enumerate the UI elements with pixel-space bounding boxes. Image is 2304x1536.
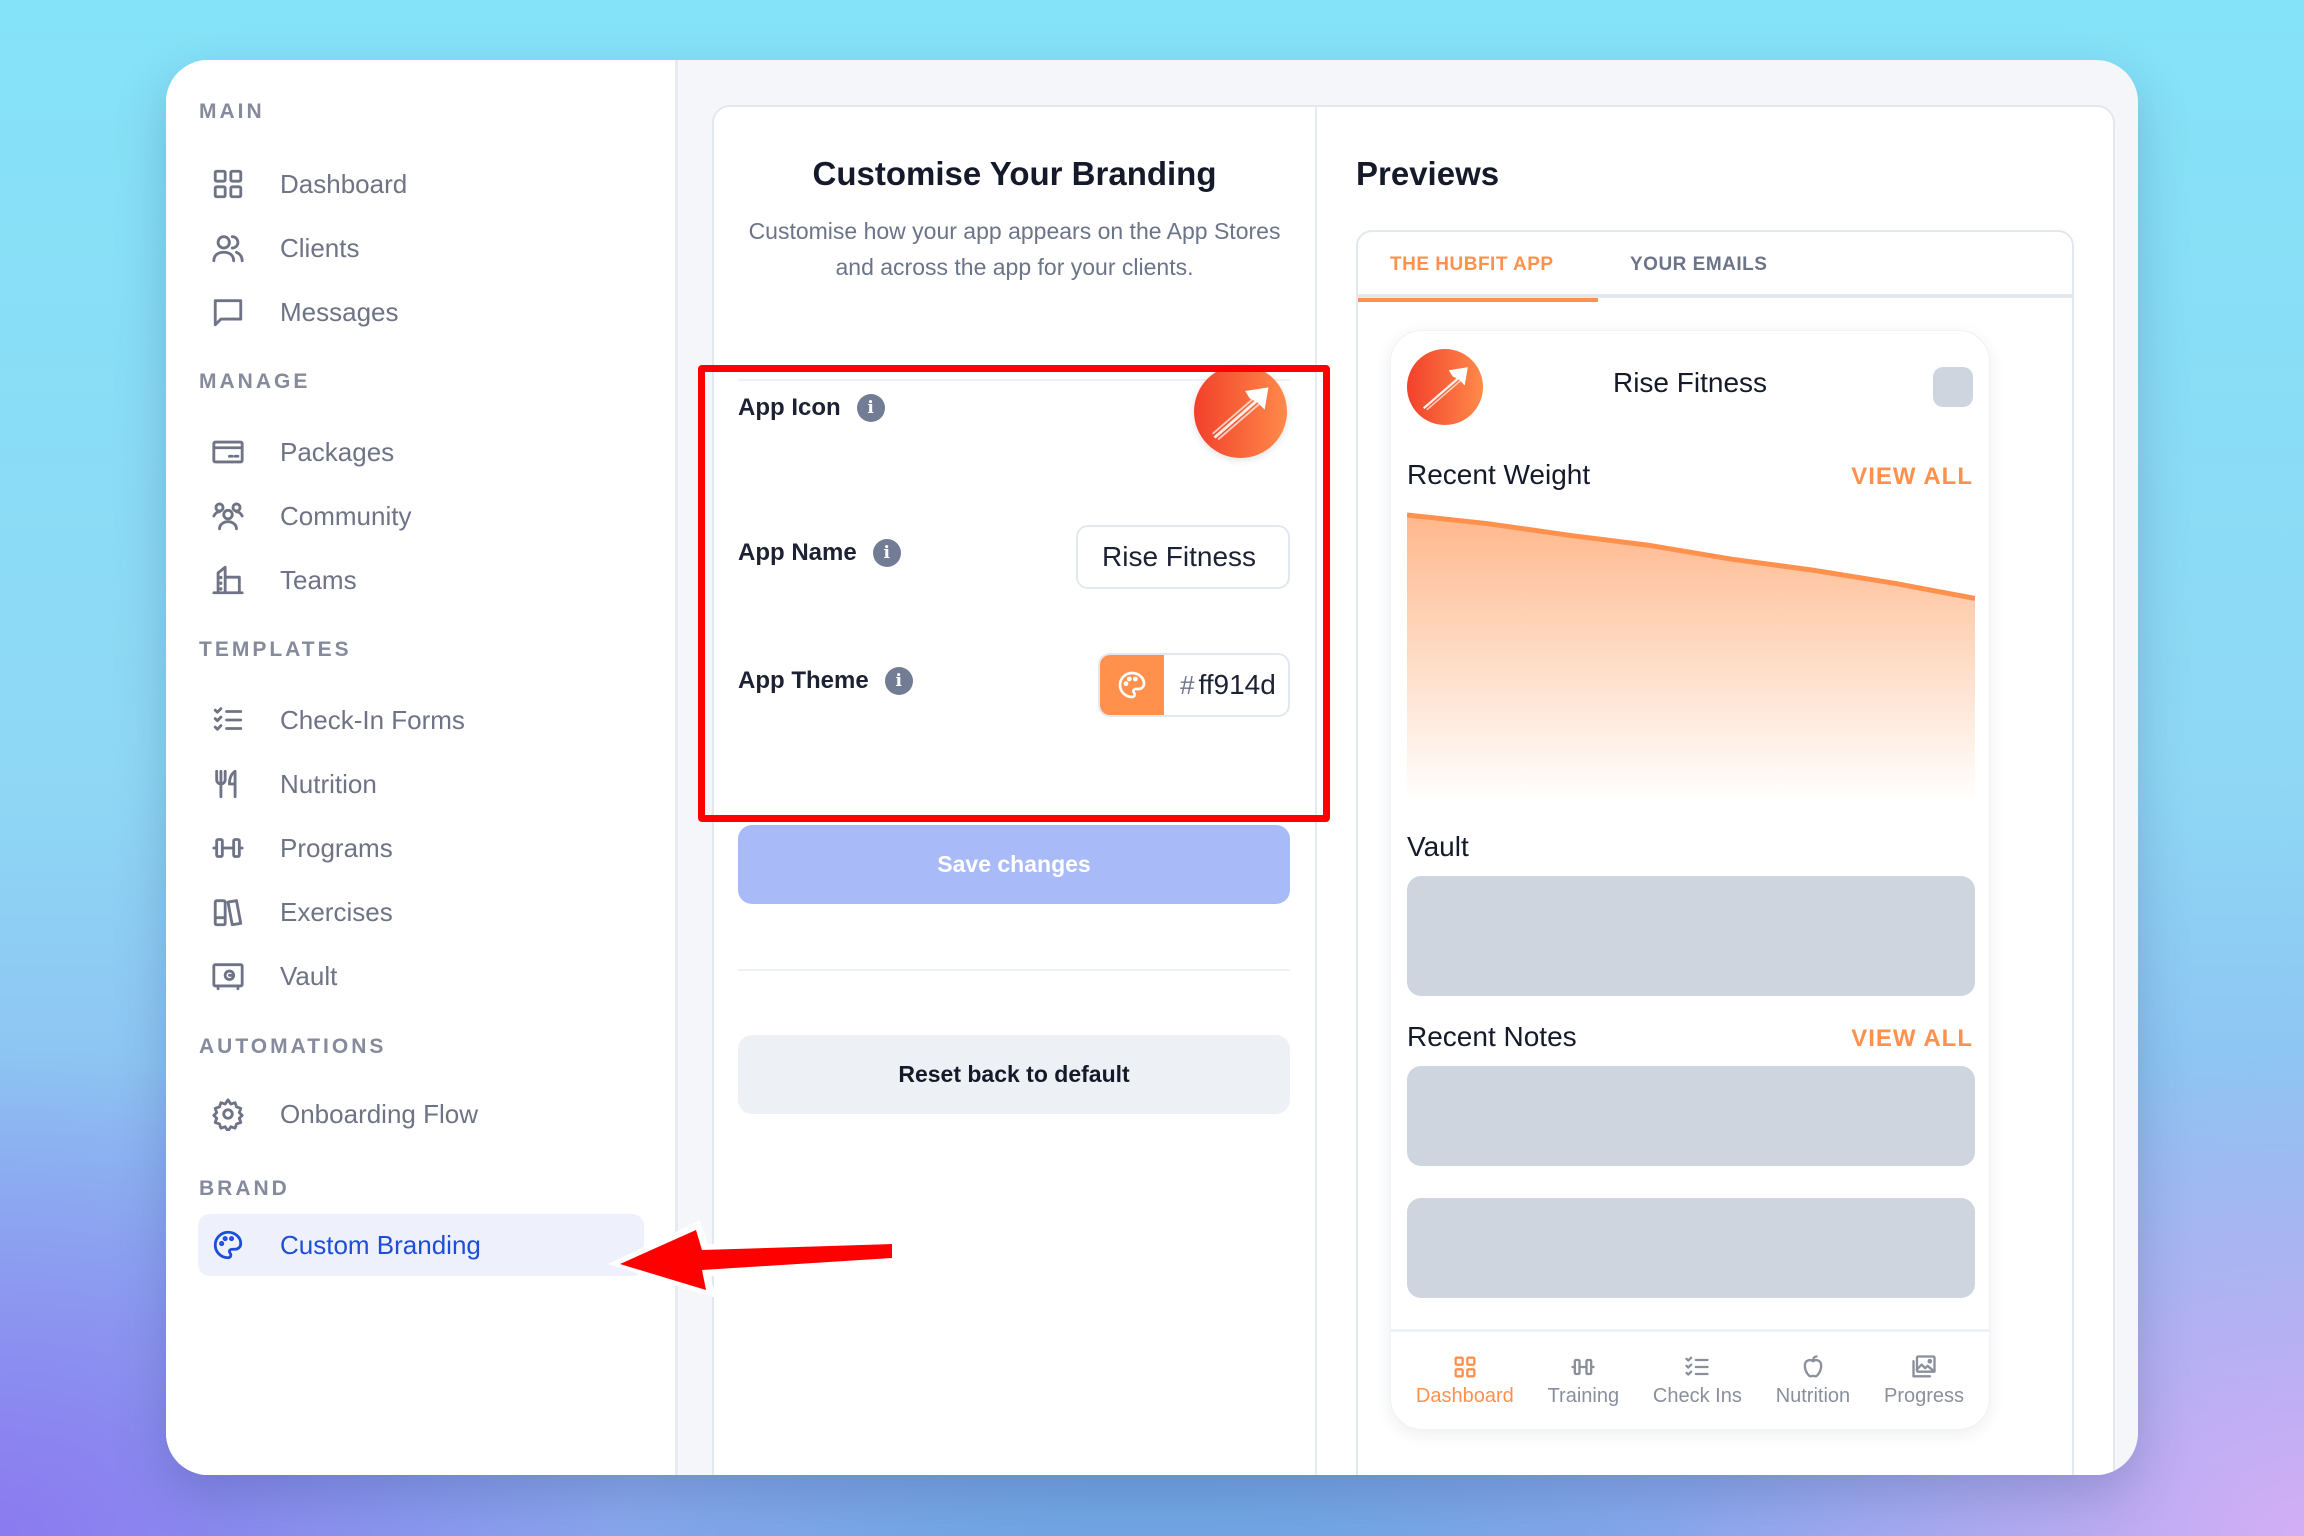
sidebar-item-label: Teams (280, 564, 357, 595)
preview-panel: THE HUBFIT APP YOUR EMAILS Rise Fitness … (1356, 230, 2074, 1475)
section-templates-title: TEMPLATES (199, 638, 352, 661)
branding-card: Customise Your Branding Customise how yo… (698, 105, 2115, 1475)
view-all-notes-link[interactable]: VIEW ALL (1851, 1025, 1973, 1053)
sidebar-item-label: Dashboard (280, 168, 408, 199)
bottom-nav-nutrition[interactable]: Nutrition (1776, 1353, 1850, 1408)
users-icon (208, 228, 248, 268)
previews-title: Previews (1356, 155, 1500, 192)
sidebar-item-check-in-forms[interactable]: Check-In Forms (198, 690, 644, 750)
grid-icon (1454, 1356, 1476, 1378)
safe-icon (208, 956, 248, 996)
theme-hex-value: ff914d (1198, 669, 1276, 700)
books-icon (208, 892, 248, 932)
photos-icon (1912, 1355, 1936, 1378)
checklist-icon (1685, 1356, 1710, 1376)
tab-your-emails[interactable]: YOUR EMAILS (1598, 232, 1799, 298)
section-manage-title: MANAGE (199, 370, 311, 393)
palette-icon (1118, 671, 1146, 699)
section-brand-title: BRAND (199, 1177, 290, 1200)
view-all-weight-link[interactable]: VIEW ALL (1851, 463, 1973, 491)
gear-icon (208, 1094, 248, 1134)
page-subtitle: Customise how your app appears on the Ap… (748, 218, 1281, 280)
sidebar-item-onboarding-flow[interactable]: Onboarding Flow (198, 1084, 644, 1144)
preview-bottom-nav: Dashboard Training Check Ins Nutrition P… (1391, 1329, 1989, 1429)
annotation-arrow (608, 1220, 898, 1298)
dumbbell-icon (1571, 1358, 1595, 1376)
sidebar-item-label: Messages (280, 296, 399, 327)
sidebar-item-teams[interactable]: Teams (198, 550, 644, 610)
sidebar-item-programs[interactable]: Programs (198, 818, 644, 878)
app-name-label: App Name i (738, 539, 901, 567)
apple-icon (1803, 1355, 1823, 1378)
recent-weight-heading: Recent Weight (1407, 459, 1591, 490)
sidebar-item-label: Nutrition (280, 768, 377, 799)
building-icon (208, 560, 248, 600)
grid-icon (208, 164, 248, 204)
bottom-nav-progress[interactable]: Progress (1884, 1353, 1964, 1408)
app-name-input[interactable]: Rise Fitness (1076, 525, 1290, 589)
sidebar-item-label: Check-In Forms (280, 704, 465, 735)
vault-heading: Vault (1407, 831, 1469, 862)
info-icon[interactable]: i (884, 667, 913, 695)
sidebar-item-nutrition[interactable]: Nutrition (198, 754, 644, 814)
preview-tabs: THE HUBFIT APP YOUR EMAILS (1358, 232, 2072, 302)
section-automations-title: AUTOMATIONS (199, 1035, 387, 1058)
sidebar-item-dashboard[interactable]: Dashboard (198, 154, 644, 214)
sidebar-item-vault[interactable]: Vault (198, 946, 644, 1006)
bottom-nav-check-ins[interactable]: Check Ins (1653, 1353, 1742, 1408)
theme-color-input[interactable]: # ff914d (1098, 653, 1290, 717)
phone-preview: Rise Fitness Recent Weight VIEW ALL Vaul… (1390, 330, 1990, 1430)
palette-icon (208, 1225, 248, 1265)
sidebar-item-label: Clients (280, 232, 360, 263)
dumbbell-icon (208, 828, 248, 868)
save-changes-button[interactable]: Save changes (738, 825, 1290, 904)
note-placeholder (1407, 1066, 1975, 1166)
chat-icon (208, 292, 248, 332)
info-icon[interactable]: i (872, 539, 901, 567)
sidebar-item-label: Community (280, 500, 412, 531)
hash-prefix: # (1180, 669, 1195, 700)
note-placeholder (1407, 1198, 1975, 1298)
app-icon-upload[interactable] (1194, 365, 1287, 458)
page-title: Customise Your Branding (812, 155, 1217, 192)
app-window: MAIN Dashboard Clients Messages MANAGE P… (166, 60, 2138, 1475)
sidebar-item-messages[interactable]: Messages (198, 282, 644, 342)
sidebar-item-exercises[interactable]: Exercises (198, 882, 644, 942)
card-icon (208, 432, 248, 472)
theme-hex-field[interactable]: # ff914d (1164, 655, 1288, 715)
preview-app-name: Rise Fitness (1612, 367, 1768, 398)
section-main-title: MAIN (199, 100, 265, 123)
reset-default-button[interactable]: Reset back to default (738, 1035, 1290, 1114)
recent-notes-heading: Recent Notes (1407, 1021, 1577, 1052)
info-icon[interactable]: i (856, 394, 885, 422)
sidebar-item-label: Exercises (280, 896, 393, 927)
sidebar-item-packages[interactable]: Packages (198, 422, 644, 482)
app-theme-label: App Theme i (738, 667, 913, 695)
weight-area (1407, 515, 1975, 801)
sidebar-item-label: Onboarding Flow (280, 1098, 478, 1129)
bottom-nav-training[interactable]: Training (1548, 1353, 1619, 1408)
preview-avatar-placeholder (1933, 367, 1973, 407)
color-picker-button[interactable] (1100, 655, 1164, 715)
column-divider (1315, 107, 1317, 1475)
sidebar-item-clients[interactable]: Clients (198, 218, 644, 278)
tab-hubfit-app[interactable]: THE HUBFIT APP (1358, 232, 1598, 302)
cutlery-icon (208, 764, 248, 804)
checklist-icon (208, 700, 248, 740)
bottom-nav-dashboard[interactable]: Dashboard (1416, 1353, 1514, 1408)
vault-placeholder (1407, 876, 1975, 996)
weight-chart (1407, 512, 1975, 801)
sidebar-item-custom-branding[interactable]: Custom Branding (198, 1214, 644, 1276)
sidebar-item-label: Custom Branding (280, 1229, 481, 1260)
sidebar-item-label: Programs (280, 832, 393, 863)
sidebar-item-label: Vault (280, 960, 338, 991)
sidebar-item-label: Packages (280, 436, 395, 467)
app-icon-label: App Icon i (738, 394, 885, 422)
community-icon (208, 496, 248, 536)
rising-arrow-icon (1211, 387, 1269, 441)
sidebar-item-community[interactable]: Community (198, 486, 644, 546)
divider (738, 969, 1290, 971)
